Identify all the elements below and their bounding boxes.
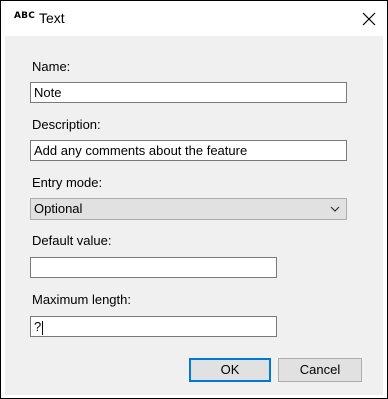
entry-mode-value: Optional	[34, 201, 83, 216]
entry-mode-label: Entry mode:	[32, 175, 103, 190]
close-button[interactable]	[351, 1, 387, 36]
chevron-down-icon	[330, 206, 340, 212]
name-label: Name:	[32, 59, 71, 74]
max-length-value: ?	[34, 319, 42, 334]
default-value-label: Default value:	[32, 233, 112, 248]
dialog-title: Text	[39, 10, 65, 26]
description-label: Description:	[32, 117, 101, 132]
text-field-icon: ABC	[14, 11, 36, 21]
dialog-body: Name: Note Description: Add any comments…	[5, 36, 383, 395]
text-caret	[42, 320, 44, 335]
close-icon	[362, 12, 376, 25]
name-field[interactable]: Note	[30, 82, 347, 103]
default-value-field[interactable]	[30, 257, 277, 278]
max-length-field[interactable]: ?	[30, 316, 277, 337]
ok-button[interactable]: OK	[189, 358, 271, 382]
text-dialog: ABC Text Name: Note Description: Add any…	[0, 0, 388, 399]
entry-mode-dropdown[interactable]: Optional	[30, 198, 347, 220]
title-bar: ABC Text	[1, 1, 387, 36]
cancel-button[interactable]: Cancel	[278, 358, 362, 382]
description-field[interactable]: Add any comments about the feature	[30, 140, 347, 161]
max-length-label: Maximum length:	[32, 292, 131, 307]
